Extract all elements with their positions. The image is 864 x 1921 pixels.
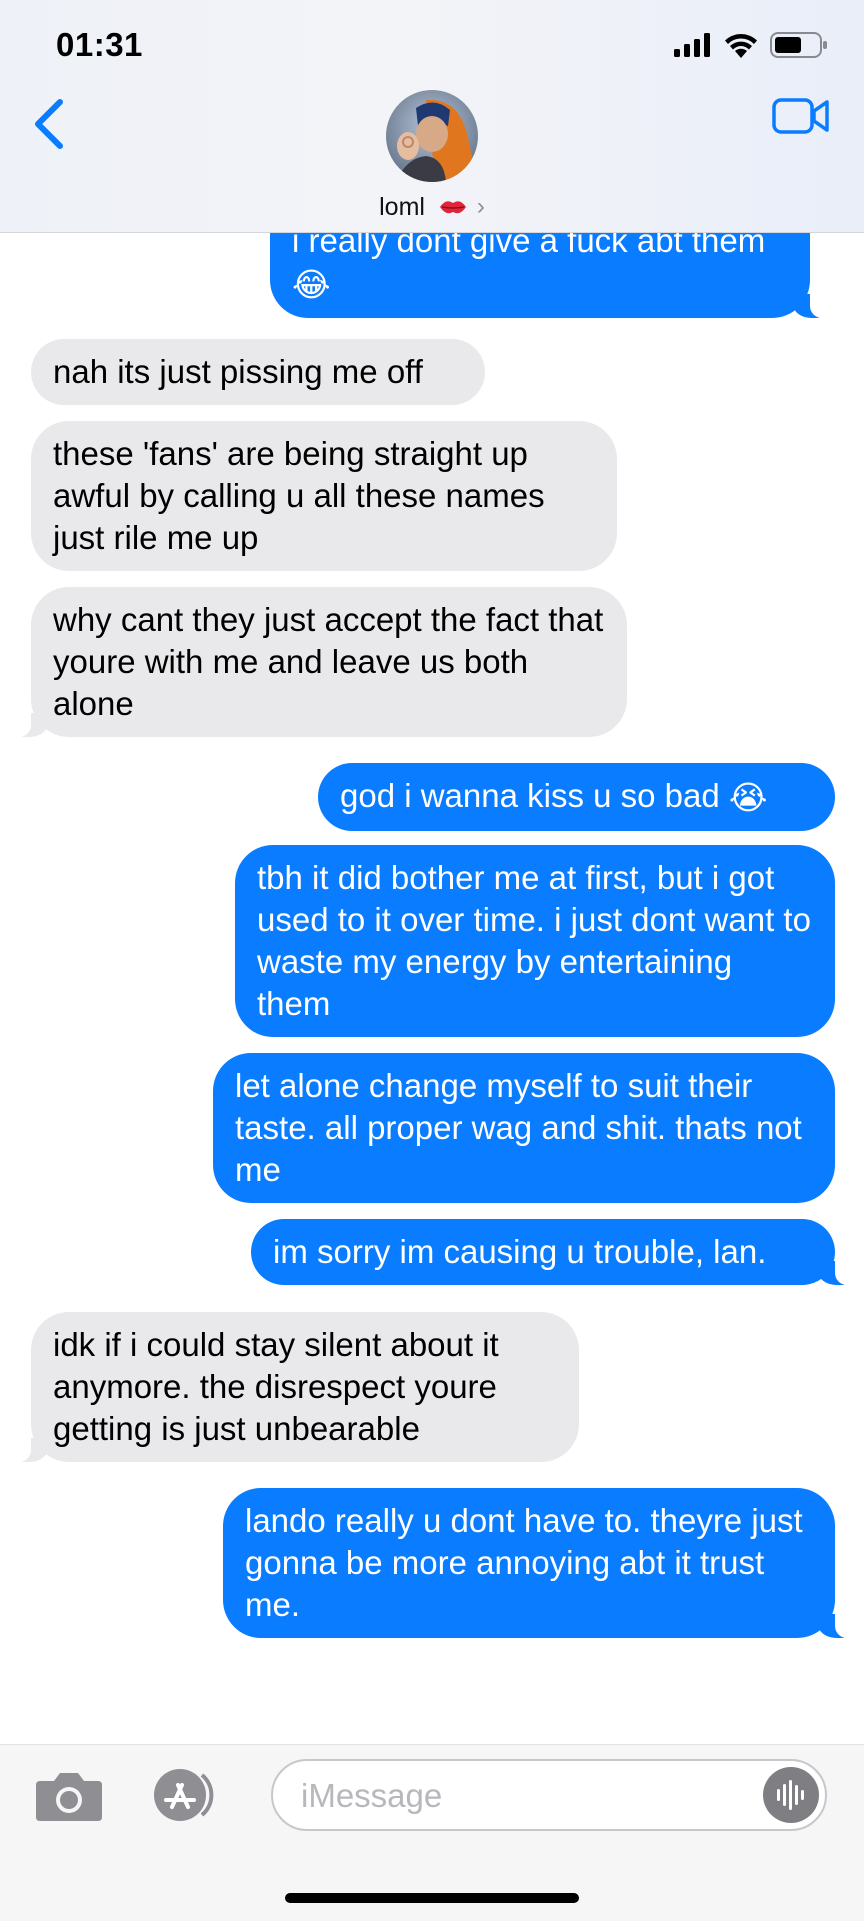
home-indicator (285, 1893, 579, 1903)
avatar[interactable] (386, 90, 478, 182)
imessage-input-container (271, 1759, 827, 1831)
message-bubble-incoming[interactable]: why cant they just accept the fact that … (7, 587, 627, 737)
cellular-signal-icon (674, 33, 710, 57)
message-text: god i wanna kiss u so bad (340, 777, 720, 814)
message-bubble-incoming[interactable]: these 'fans' are being straight up awful… (31, 421, 617, 571)
video-camera-icon[interactable] (772, 96, 830, 136)
wifi-icon (725, 34, 757, 58)
waveform-icon (777, 1780, 804, 1810)
message-input[interactable] (299, 1773, 743, 1819)
contact-name: loml (379, 192, 425, 221)
battery-icon (770, 32, 827, 58)
chevron-right-icon: › (476, 193, 485, 221)
message-emoji: 😭 (728, 779, 768, 817)
message-text: im sorry im causing u trouble, lan. (273, 1233, 767, 1270)
message-bubble-outgoing[interactable]: im sorry im causing u trouble, lan. (251, 1219, 859, 1285)
message-bubble-outgoing[interactable]: tbh it did bother me at first, but i got… (235, 845, 835, 1037)
app-store-icon[interactable] (148, 1767, 228, 1823)
message-emoji: 😂 (292, 266, 331, 304)
message-bubble-outgoing[interactable]: lando really u dont have to. theyre just… (223, 1488, 859, 1638)
audio-message-button[interactable] (763, 1767, 819, 1823)
message-bubble-incoming[interactable]: nah its just pissing me off (31, 339, 485, 405)
chevron-left-icon[interactable] (28, 94, 72, 154)
message-text: tbh it did bother me at first, but i got… (257, 859, 811, 1022)
message-bubble-outgoing[interactable]: god i wanna kiss u so bad 😭 (318, 763, 835, 832)
camera-icon[interactable] (34, 1767, 104, 1823)
kiss-mark-icon (439, 201, 466, 214)
message-text: idk if i could stay silent about it anym… (53, 1326, 499, 1447)
message-bubble-incoming[interactable]: idk if i could stay silent about it anym… (7, 1312, 579, 1462)
message-bubble-outgoing[interactable]: let alone change myself to suit their ta… (213, 1053, 835, 1203)
message-text: why cant they just accept the fact that … (53, 601, 604, 722)
contact-name-row[interactable]: loml › (0, 192, 864, 222)
message-text: lando really u dont have to. theyre just… (245, 1502, 803, 1623)
message-text: let alone change myself to suit their ta… (235, 1067, 802, 1188)
status-icons (674, 30, 828, 60)
message-text: nah its just pissing me off (53, 353, 423, 390)
message-text: these 'fans' are being straight up awful… (53, 435, 545, 556)
conversation-header: 01:31 loml › (0, 0, 864, 233)
status-time: 01:31 (56, 26, 143, 63)
